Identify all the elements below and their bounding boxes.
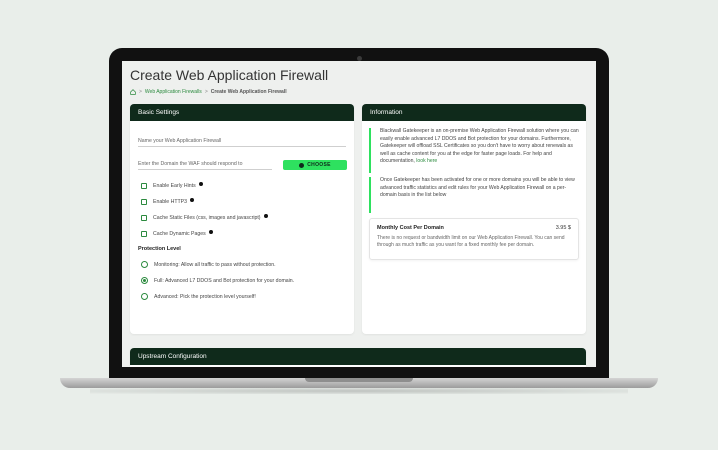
early-hints-checkbox[interactable]: Enable Early Hints	[141, 182, 203, 189]
breadcrumb: > Web Application Firewalls > Create Web…	[130, 89, 287, 95]
page-title: Create Web Application Firewall	[130, 67, 329, 83]
laptop-shadow	[90, 388, 628, 394]
app-screen: Create Web Application Firewall > Web Ap…	[122, 61, 596, 367]
information-header: Information	[362, 104, 586, 121]
info-text: Blackwall Gatekeeper is an on-premise We…	[380, 128, 579, 165]
waf-name-input[interactable]: Name your Web Application Firewall	[138, 138, 346, 147]
radio-label: Advanced: Pick the protection level your…	[154, 293, 256, 300]
breadcrumb-current: Create Web Application Firewall	[210, 89, 287, 95]
laptop-frame: Create Web Application Firewall > Web Ap…	[109, 48, 609, 380]
checkbox-label: Cache Dynamic Pages	[153, 231, 206, 237]
domain-input[interactable]: Enter the Domain the WAF should respond …	[138, 161, 272, 170]
cost-label: Monthly Cost Per Domain	[377, 225, 444, 231]
info-icon[interactable]	[198, 182, 203, 186]
checkbox-label: Enable Early Hints	[153, 183, 196, 189]
laptop-notch	[305, 378, 413, 382]
radio-advanced[interactable]: Advanced: Pick the protection level your…	[141, 293, 256, 300]
radio-button[interactable]	[141, 261, 148, 268]
upstream-panel: Upstream Configuration	[130, 348, 586, 367]
cache-static-checkbox[interactable]: Cache Static Files (css, images and java…	[141, 214, 268, 221]
checkbox-box[interactable]	[141, 183, 147, 189]
home-icon[interactable]	[130, 89, 136, 95]
radio-label: Full: Advanced L7 DDOS and Bot protectio…	[154, 277, 295, 284]
breadcrumb-separator: >	[139, 89, 142, 95]
cache-dynamic-checkbox[interactable]: Cache Dynamic Pages	[141, 230, 213, 237]
radio-label: Monitoring: Allow all traffic to pass wi…	[154, 261, 276, 268]
choose-button[interactable]: CHOOSE	[283, 160, 347, 170]
radio-button[interactable]	[141, 277, 148, 284]
radio-monitoring[interactable]: Monitoring: Allow all traffic to pass wi…	[141, 261, 276, 268]
cost-description: There is no request or bandwidth limit o…	[377, 235, 565, 249]
info-icon[interactable]	[263, 214, 268, 218]
checkbox-box[interactable]	[141, 199, 147, 205]
info-icon[interactable]	[190, 198, 195, 202]
http3-checkbox[interactable]: Enable HTTP3	[141, 198, 195, 205]
checkbox-label: Cache Static Files (css, images and java…	[153, 215, 261, 221]
cost-card: Monthly Cost Per Domain 3.95 $ There is …	[369, 218, 579, 260]
upstream-header[interactable]: Upstream Configuration	[130, 348, 586, 365]
basic-settings-header: Basic Settings	[130, 104, 354, 121]
breadcrumb-parent-link[interactable]: Web Application Firewalls	[145, 89, 202, 95]
radio-full[interactable]: Full: Advanced L7 DDOS and Bot protectio…	[141, 277, 294, 284]
checkbox-box[interactable]	[141, 231, 147, 237]
basic-settings-panel: Basic Settings Name your Web Application…	[130, 104, 354, 334]
cost-value: 3.95 $	[555, 225, 571, 231]
checkbox-label: Enable HTTP3	[153, 199, 188, 205]
choose-button-label: CHOOSE	[307, 162, 331, 168]
breadcrumb-separator: >	[204, 89, 208, 95]
help-link[interactable]: look here	[416, 158, 437, 164]
info-description: Blackwall Gatekeeper is an on-premise We…	[369, 128, 579, 173]
info-activation-note: Once Gatekeeper has been activated for o…	[369, 177, 579, 213]
information-panel: Information Blackwall Gatekeeper is an o…	[362, 104, 586, 334]
checkbox-box[interactable]	[141, 215, 147, 221]
protection-level-label: Protection Level	[138, 246, 181, 252]
chat-icon	[299, 162, 305, 168]
info-icon[interactable]	[208, 230, 213, 234]
radio-button[interactable]	[141, 293, 148, 300]
